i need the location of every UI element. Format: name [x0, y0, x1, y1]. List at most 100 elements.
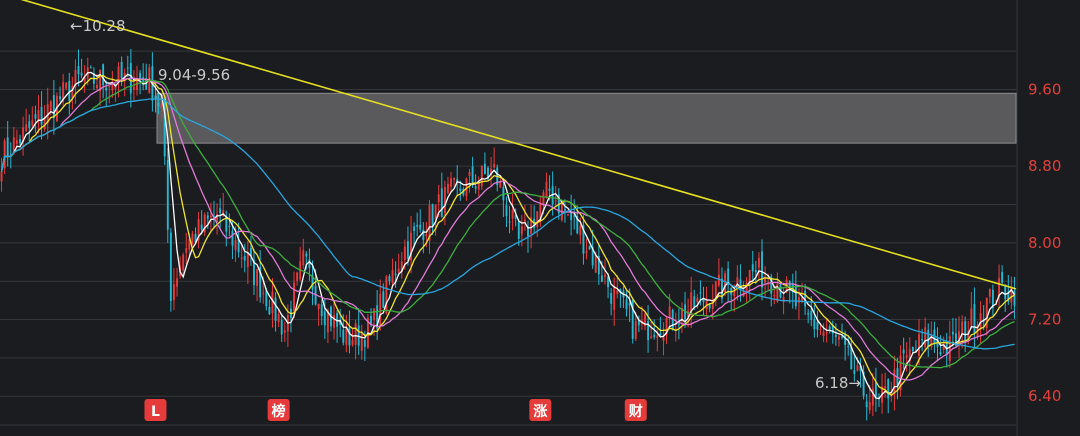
candle-body — [280, 320, 283, 335]
candle-body — [320, 304, 323, 317]
trendline — [20, 0, 1017, 290]
candle-body — [801, 297, 803, 301]
candle-body — [31, 120, 34, 126]
candle-body — [773, 294, 776, 297]
candle-body — [443, 187, 446, 214]
event-marker-label: L — [151, 404, 160, 420]
candle-body — [573, 215, 576, 217]
candle-body — [37, 110, 40, 120]
candle-body — [172, 284, 175, 301]
candle-body — [650, 336, 653, 338]
candle-body — [419, 224, 422, 230]
event-marker: 榜 — [267, 399, 290, 421]
candle-body — [893, 369, 896, 394]
y-tick-label: 6.40 — [1028, 387, 1061, 405]
candle-body — [185, 247, 188, 253]
candle-body — [613, 287, 616, 310]
candle-body — [662, 336, 665, 341]
candle-body — [474, 186, 477, 189]
candle-body — [696, 297, 699, 303]
candle-body — [154, 95, 157, 99]
candle-body — [15, 140, 18, 144]
candle-body — [105, 87, 108, 91]
candle-body — [523, 219, 526, 222]
candle-body — [403, 246, 406, 261]
candle-body — [1001, 272, 1004, 283]
candle-body — [440, 188, 443, 217]
y-axis: 9.60 8.80 8.00 7.20 6.40 — [1028, 80, 1061, 405]
candle-body — [231, 230, 234, 246]
candle-body — [825, 331, 828, 334]
candle-body — [951, 331, 954, 335]
candle-body — [96, 84, 98, 89]
candle-body — [296, 272, 299, 281]
candle-body — [126, 67, 129, 69]
candle-body — [508, 221, 511, 223]
candle-body — [120, 61, 123, 79]
candle-body — [228, 225, 231, 227]
candle-body — [385, 276, 388, 314]
candle-body — [394, 273, 397, 275]
candle-body — [564, 209, 566, 212]
candle-body — [970, 308, 973, 326]
candle-body — [905, 355, 908, 358]
candle-body — [354, 323, 357, 345]
candle-body — [34, 114, 37, 119]
candle-body — [751, 264, 754, 272]
candle-body — [948, 336, 951, 362]
candle-body — [511, 209, 514, 219]
candle-body — [610, 293, 613, 304]
candle-body — [819, 329, 822, 331]
candle-body — [856, 365, 859, 371]
candle-body — [911, 346, 914, 352]
y-tick-label: 7.20 — [1028, 311, 1061, 329]
candle-body — [554, 200, 557, 202]
event-marker: 涨 — [529, 399, 552, 421]
candle-body — [391, 269, 394, 284]
candle-body — [68, 80, 71, 101]
candle-body — [416, 224, 419, 227]
candle-body — [169, 232, 172, 302]
candle-body — [468, 172, 471, 176]
candle-body — [902, 349, 905, 354]
candle-body — [794, 285, 797, 307]
candle-body — [166, 160, 169, 230]
candle-body — [625, 299, 628, 310]
candle-body — [447, 183, 449, 193]
candle-body — [49, 101, 52, 111]
candle-body — [616, 290, 619, 295]
candle-body — [874, 382, 877, 397]
candle-body — [3, 140, 6, 169]
candle-body — [132, 86, 135, 90]
candle-body — [693, 296, 696, 308]
candle-body — [422, 229, 425, 240]
candle-body — [234, 240, 237, 251]
candle-body — [277, 313, 280, 323]
candle-body — [754, 270, 757, 273]
event-markers: L榜涨财 — [144, 399, 647, 421]
candle-body — [108, 86, 111, 88]
candle-body — [505, 205, 508, 217]
candle-body — [884, 386, 887, 389]
candle-body — [157, 102, 160, 107]
candle-body — [588, 245, 591, 250]
candle-body — [317, 303, 320, 310]
candle-body — [431, 204, 434, 226]
high-annotation: ←10.28 — [70, 17, 126, 35]
candle-body — [323, 311, 326, 326]
candle-body — [308, 259, 311, 268]
candle-body — [333, 314, 336, 328]
candle-body — [262, 292, 265, 294]
candle-body — [545, 181, 548, 197]
low-annotation: 6.18→ — [815, 374, 861, 392]
zone-annotation: 9.04-9.56 — [158, 66, 230, 84]
candle-body — [434, 204, 437, 220]
candle-body — [160, 103, 163, 108]
event-marker: L — [144, 399, 167, 421]
candle-body — [246, 252, 249, 268]
candle-body — [413, 226, 416, 231]
candle-body — [459, 188, 462, 192]
candle-body — [425, 233, 428, 237]
candle-body — [717, 274, 720, 286]
candle-body — [480, 165, 483, 187]
